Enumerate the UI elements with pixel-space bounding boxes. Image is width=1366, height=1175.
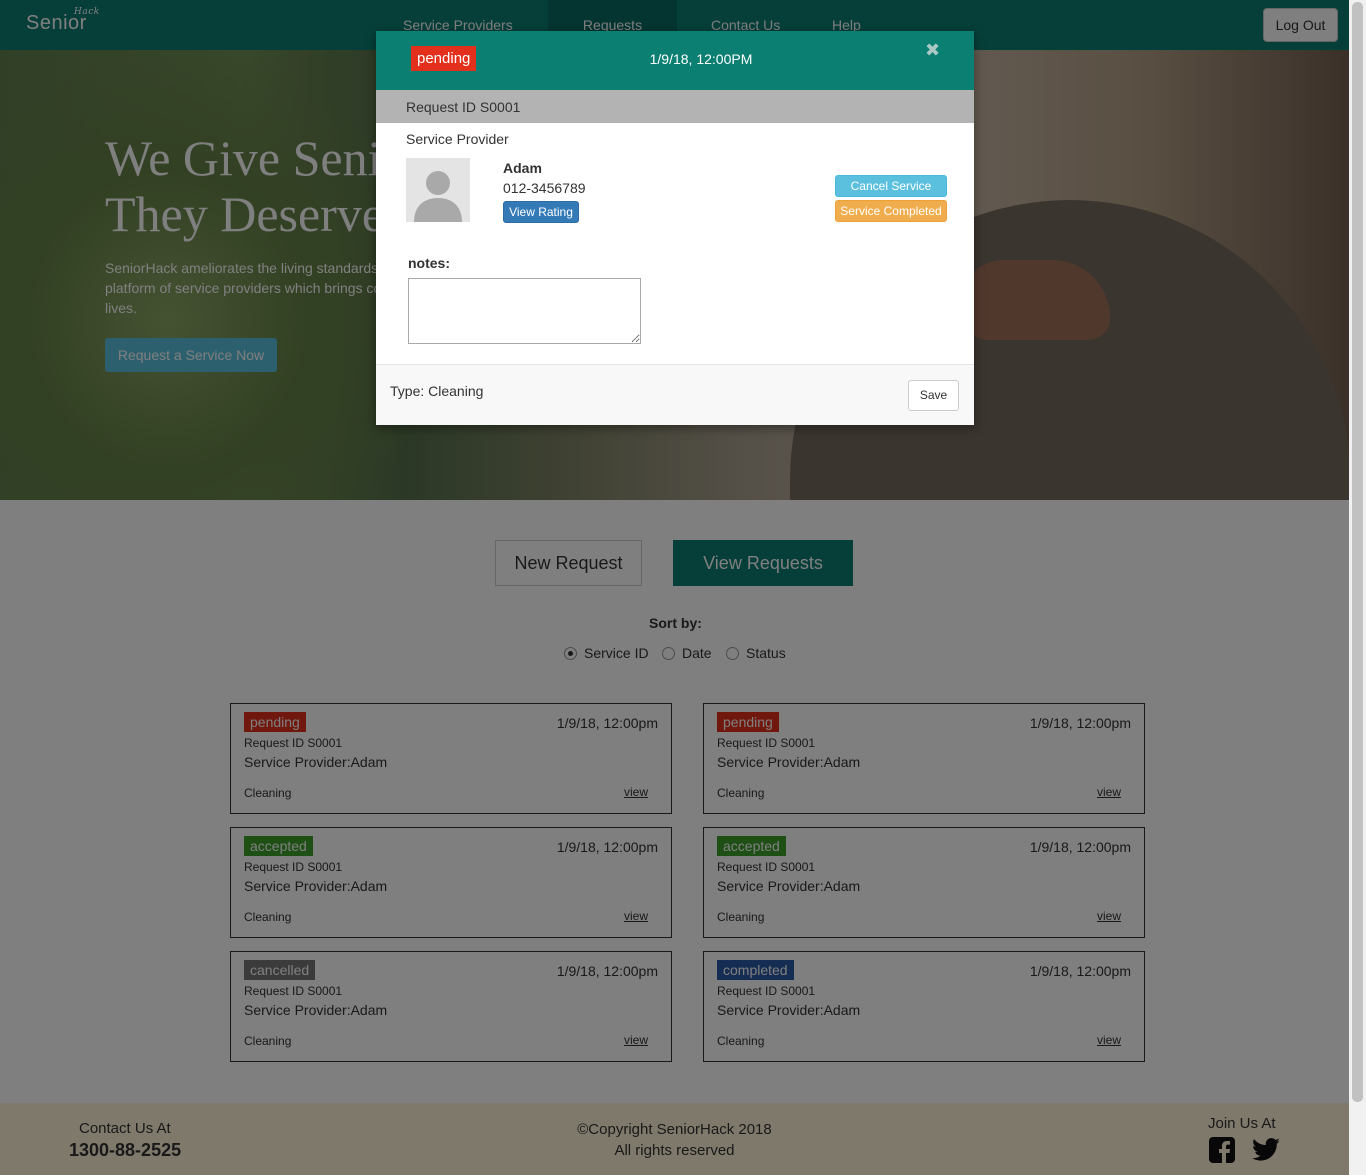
provider-name: Adam (503, 160, 542, 176)
modal-service-type: Type: Cleaning (390, 383, 484, 399)
modal-request-id-bar: Request ID S0001 (376, 90, 974, 123)
page-scrollbar[interactable] (1349, 0, 1366, 1175)
modal-header: pending 1/9/18, 12:00PM ✖ (376, 31, 974, 90)
notes-textarea[interactable] (408, 278, 641, 344)
close-icon[interactable]: ✖ (925, 40, 940, 61)
modal-footer: Type: Cleaning Save (376, 364, 974, 425)
request-detail-modal: pending 1/9/18, 12:00PM ✖ Request ID S00… (376, 31, 974, 425)
save-button[interactable]: Save (908, 380, 959, 411)
scrollbar-thumb[interactable] (1352, 2, 1363, 1102)
modal-section-title: Service Provider (406, 131, 509, 147)
user-placeholder-icon (414, 171, 462, 222)
modal-request-id: Request ID S0001 (406, 99, 521, 115)
provider-phone: 012-3456789 (503, 180, 586, 196)
notes-label: notes: (408, 255, 450, 271)
avatar (406, 158, 470, 222)
cancel-service-button[interactable]: Cancel Service (835, 175, 947, 197)
service-completed-button[interactable]: Service Completed (835, 200, 947, 222)
view-rating-button[interactable]: View Rating (503, 201, 579, 223)
